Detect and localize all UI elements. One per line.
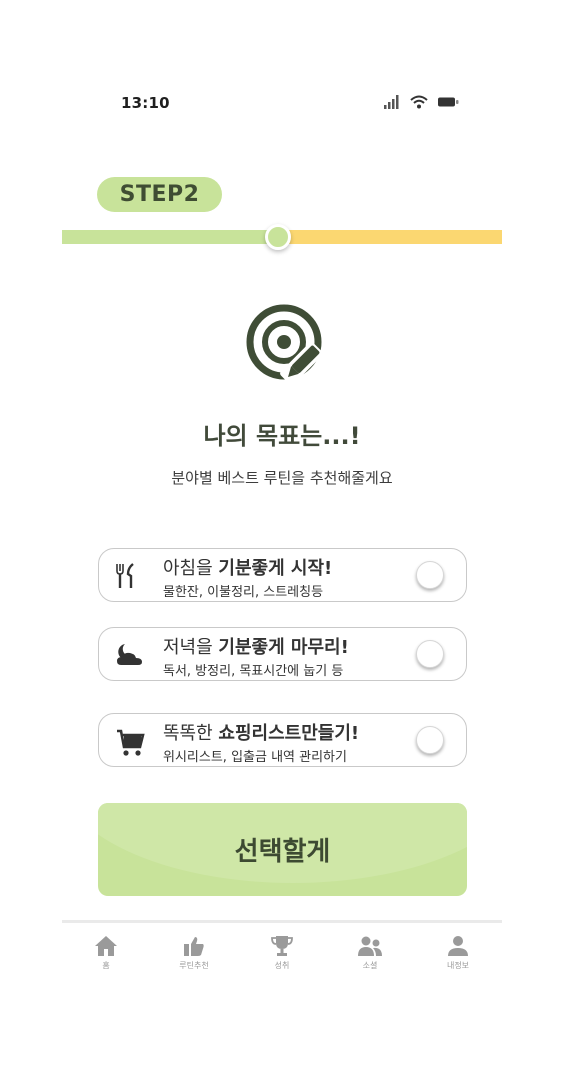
status-icons [384,95,460,109]
option-radio[interactable] [416,640,444,668]
fork-knife-icon [116,563,134,588]
nav-item-home[interactable]: 홈 [62,923,150,983]
nav-item-routine[interactable]: 루틴추천 [150,923,238,983]
battery-icon [438,97,459,107]
option-card-evening[interactable]: 저녁을 기분좋게 마무리! 독서, 방정리, 목표시간에 눕기 등 [98,627,467,681]
select-button-label: 선택할게 [234,837,331,867]
status-time: 13:10 [121,94,170,112]
thumbs-up-icon [184,937,204,956]
option-title: 저녁을 기분좋게 마무리! [163,637,349,658]
page-title: 나의 목표는...! [203,422,361,450]
progress-fill [62,230,278,244]
nav-label: 홈 [102,961,110,970]
signal-icon [384,95,399,109]
people-icon [358,936,382,956]
step-badge: STEP2 [97,177,222,212]
trophy-icon [271,936,293,956]
nav-item-profile[interactable]: 내정보 [414,923,502,983]
select-button[interactable]: 선택할게 [98,803,467,896]
option-title: 아침을 기분좋게 시작! [163,558,333,579]
nav-label: 내정보 [446,961,470,970]
nav-item-achievement[interactable]: 성취 [238,923,326,983]
nav-label: 성취 [274,961,290,970]
person-icon [448,936,468,956]
cart-icon [117,729,145,756]
night-cloud-icon [117,644,142,665]
option-title: 똑똑한 쇼핑리스트만들기! [163,723,360,744]
option-card-morning[interactable]: 아침을 기분좋게 시작! 물한잔, 이불정리, 스트레칭등 [98,548,467,602]
page-subtitle: 분야별 베스트 루틴을 추천해줄게요 [171,469,393,487]
option-card-shopping[interactable]: 똑똑한 쇼핑리스트만들기! 위시리스트, 입출금 내역 관리하기 [98,713,467,767]
target-pencil-icon [246,304,323,385]
progress-knob [265,224,291,250]
nav-label: 소셜 [362,961,378,970]
bottom-nav: 홈 루틴추천 성취 소셜 내정보 [62,923,502,983]
option-subtitle: 물한잔, 이불정리, 스트레칭등 [163,585,324,600]
wifi-icon [410,95,428,109]
option-subtitle: 위시리스트, 입출금 내역 관리하기 [163,750,347,765]
nav-label: 루틴추천 [179,961,209,970]
option-subtitle: 독서, 방정리, 목표시간에 눕기 등 [163,664,344,679]
nav-item-social[interactable]: 소셜 [326,923,414,983]
option-radio[interactable] [416,561,444,589]
home-icon [95,936,117,956]
option-radio[interactable] [416,726,444,754]
